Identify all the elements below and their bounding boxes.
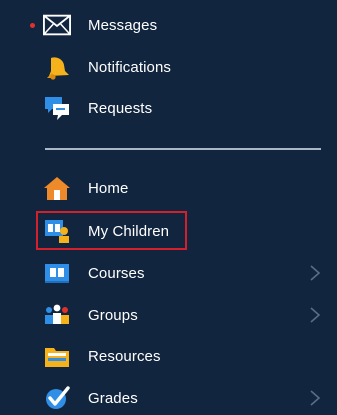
chevron-right-icon — [310, 265, 321, 281]
bell-icon — [43, 54, 71, 80]
sidebar-item-notifications[interactable]: Notifications — [0, 47, 337, 87]
resources-icon — [43, 343, 71, 369]
home-icon — [43, 175, 71, 201]
sidebar-item-home[interactable]: Home — [0, 168, 337, 208]
chevron-right-icon — [310, 307, 321, 323]
sidebar-item-label: Messages — [88, 16, 158, 34]
sidebar-item-label: Groups — [88, 306, 138, 324]
groups-icon — [43, 302, 71, 328]
sidebar: Messages Notifications Requests Home My … — [0, 0, 337, 415]
sidebar-item-label: Resources — [88, 347, 161, 365]
sidebar-item-messages[interactable]: Messages — [0, 5, 337, 45]
chevron-right-icon — [310, 390, 321, 406]
sidebar-item-label: Requests — [88, 99, 153, 117]
grades-icon — [43, 385, 71, 411]
envelope-icon — [43, 12, 71, 38]
sidebar-item-groups[interactable]: Groups — [0, 295, 337, 335]
children-icon — [43, 218, 71, 244]
sidebar-item-courses[interactable]: Courses — [0, 253, 337, 293]
sidebar-item-label: Notifications — [88, 58, 172, 76]
sidebar-item-label: Grades — [88, 389, 138, 407]
sidebar-item-requests[interactable]: Requests — [0, 88, 337, 128]
sidebar-item-my-children[interactable]: My Children — [0, 211, 337, 251]
sidebar-item-label: My Children — [88, 222, 170, 240]
sidebar-item-label: Courses — [88, 264, 145, 282]
unread-dot — [30, 22, 35, 28]
divider — [45, 148, 321, 150]
sidebar-item-resources[interactable]: Resources — [0, 336, 337, 376]
sidebar-item-label: Home — [88, 179, 129, 197]
chat-bubbles-icon — [43, 95, 71, 121]
courses-icon — [43, 260, 71, 286]
sidebar-item-grades[interactable]: Grades — [0, 378, 337, 415]
